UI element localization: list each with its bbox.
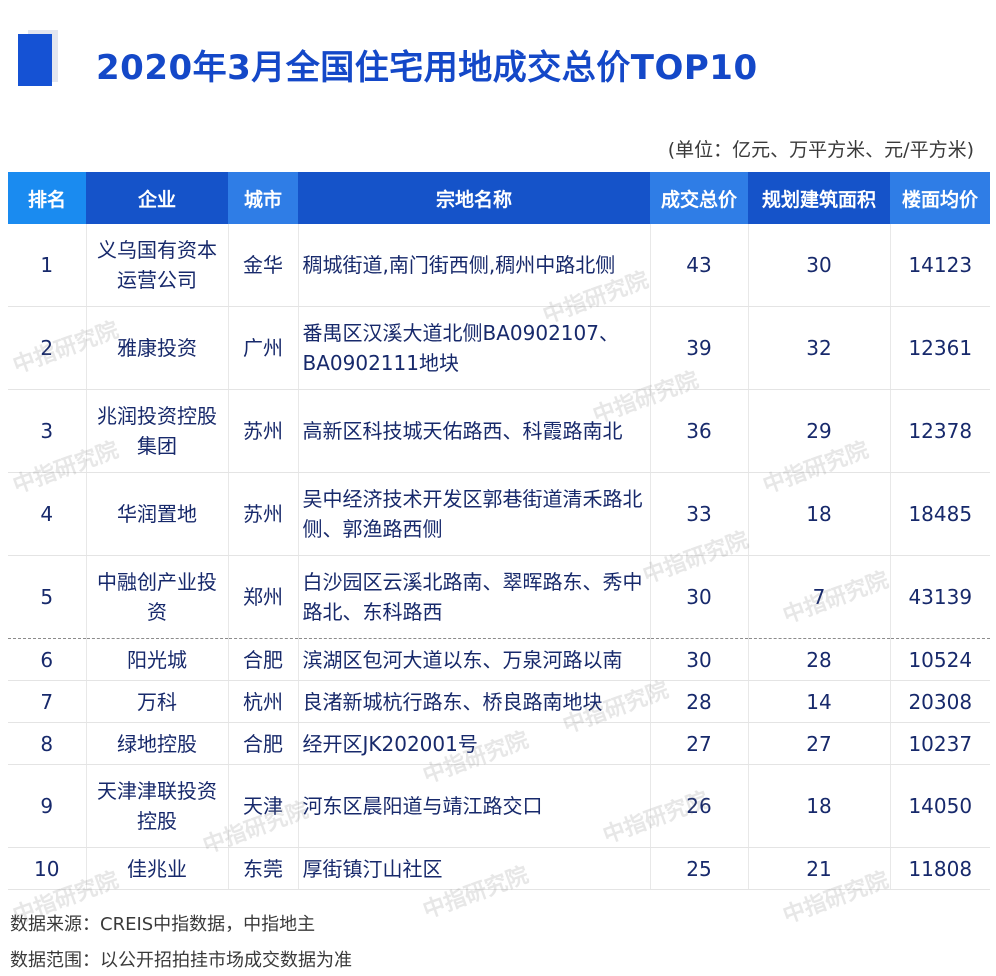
table-row: 10 佳兆业 东莞 厚街镇汀山社区 25 21 11808 [8,847,990,890]
title-decoration [18,30,58,88]
total-price-cell: 30 [649,555,748,639]
enterprise-cell: 华润置地 [85,472,228,556]
column-header-planned-area: 规划建筑面积 [748,172,890,224]
floor-price-cell: 10524 [889,638,990,681]
floor-price-cell: 10237 [889,722,990,765]
floor-price-cell: 20308 [889,680,990,723]
land-cell: 稠城街道,南门街西侧,稠州中路北侧 [297,224,650,307]
city-cell: 合肥 [227,722,298,765]
land-cell: 河东区晨阳道与靖江路交口 [297,764,650,848]
land-cell: 高新区科技城天佑路西、科霞路南北 [297,389,650,473]
table-header-row: 排名 企业 城市 宗地名称 成交总价 规划建筑面积 楼面均价 [8,172,990,224]
planned-area-cell: 27 [747,722,890,765]
table-row: 4 华润置地 苏州 吴中经济技术开发区郭巷街道清禾路北侧、郭渔路西侧 33 18… [8,472,990,556]
page-title: 2020年3月全国住宅用地成交总价TOP10 [96,48,758,88]
ranking-table: 排名 企业 城市 宗地名称 成交总价 规划建筑面积 楼面均价 1 义乌国有资本运… [8,172,990,890]
table-row: 9 天津津联投资控股 天津 河东区晨阳道与靖江路交口 26 18 14050 [8,764,990,848]
planned-area-cell: 30 [747,224,890,307]
rank-cell: 8 [8,722,86,765]
land-cell: 番禺区汉溪大道北侧BA0902107、BA0902111地块 [297,306,650,390]
floor-price-cell: 11808 [889,847,990,890]
table-row: 5 中融创产业投资 郑州 白沙园区云溪北路南、翠晖路东、秀中路北、东科路西 30… [8,555,990,639]
city-cell: 杭州 [227,680,298,723]
total-price-cell: 33 [649,472,748,556]
enterprise-cell: 兆润投资控股集团 [85,389,228,473]
land-cell: 白沙园区云溪北路南、翠晖路东、秀中路北、东科路西 [297,555,650,639]
land-cell: 滨湖区包河大道以东、万泉河路以南 [297,638,650,681]
enterprise-cell: 义乌国有资本运营公司 [85,224,228,307]
table-row: 8 绿地控股 合肥 经开区JK202001号 27 27 10237 [8,722,990,765]
rank-cell: 2 [8,306,86,390]
table-row: 3 兆润投资控股集团 苏州 高新区科技城天佑路西、科霞路南北 36 29 123… [8,389,990,473]
table-row: 2 雅康投资 广州 番禺区汉溪大道北侧BA0902107、BA0902111地块… [8,306,990,390]
land-cell: 厚街镇汀山社区 [297,847,650,890]
total-price-cell: 25 [649,847,748,890]
enterprise-cell: 雅康投资 [85,306,228,390]
total-price-cell: 43 [649,224,748,307]
data-source-note: 数据来源：CREIS中指数据，中指地主 [10,914,316,935]
planned-area-cell: 21 [747,847,890,890]
column-header-rank: 排名 [8,172,86,224]
total-price-cell: 39 [649,306,748,390]
city-cell: 东莞 [227,847,298,890]
table-row: 7 万科 杭州 良渚新城杭行路东、桥良路南地块 28 14 20308 [8,680,990,723]
enterprise-cell: 阳光城 [85,638,228,681]
enterprise-cell: 绿地控股 [85,722,228,765]
floor-price-cell: 18485 [889,472,990,556]
city-cell: 天津 [227,764,298,848]
city-cell: 苏州 [227,472,298,556]
rank-cell: 5 [8,555,86,639]
rank-cell: 9 [8,764,86,848]
total-price-cell: 36 [649,389,748,473]
floor-price-cell: 12361 [889,306,990,390]
enterprise-cell: 中融创产业投资 [85,555,228,639]
planned-area-cell: 18 [747,472,890,556]
rank-cell: 6 [8,638,86,681]
total-price-cell: 30 [649,638,748,681]
city-cell: 金华 [227,224,298,307]
rank-cell: 7 [8,680,86,723]
land-cell: 吴中经济技术开发区郭巷街道清禾路北侧、郭渔路西侧 [297,472,650,556]
rank-cell: 4 [8,472,86,556]
rank-cell: 3 [8,389,86,473]
column-header-city: 城市 [228,172,298,224]
planned-area-cell: 14 [747,680,890,723]
floor-price-cell: 14050 [889,764,990,848]
planned-area-cell: 28 [747,638,890,681]
column-header-floor-price: 楼面均价 [890,172,990,224]
data-scope-note: 数据范围：以公开招拍挂市场成交数据为准 [10,950,352,971]
floor-price-cell: 14123 [889,224,990,307]
total-price-cell: 27 [649,722,748,765]
total-price-cell: 26 [649,764,748,848]
planned-area-cell: 32 [747,306,890,390]
land-cell: 经开区JK202001号 [297,722,650,765]
floor-price-cell: 12378 [889,389,990,473]
enterprise-cell: 天津津联投资控股 [85,764,228,848]
enterprise-cell: 佳兆业 [85,847,228,890]
city-cell: 合肥 [227,638,298,681]
city-cell: 广州 [227,306,298,390]
planned-area-cell: 29 [747,389,890,473]
column-header-land: 宗地名称 [298,172,650,224]
rank-cell: 1 [8,224,86,307]
column-header-total-price: 成交总价 [650,172,748,224]
rank-cell: 10 [8,847,86,890]
unit-note: (单位：亿元、万平方米、元/平方米) [667,139,974,161]
table-row: 1 义乌国有资本运营公司 金华 稠城街道,南门街西侧,稠州中路北侧 43 30 … [8,224,990,307]
enterprise-cell: 万科 [85,680,228,723]
planned-area-cell: 7 [747,555,890,639]
city-cell: 苏州 [227,389,298,473]
column-header-enterprise: 企业 [86,172,228,224]
floor-price-cell: 43139 [889,555,990,639]
total-price-cell: 28 [649,680,748,723]
land-cell: 良渚新城杭行路东、桥良路南地块 [297,680,650,723]
table-row: 6 阳光城 合肥 滨湖区包河大道以东、万泉河路以南 30 28 10524 [8,638,990,681]
city-cell: 郑州 [227,555,298,639]
planned-area-cell: 18 [747,764,890,848]
